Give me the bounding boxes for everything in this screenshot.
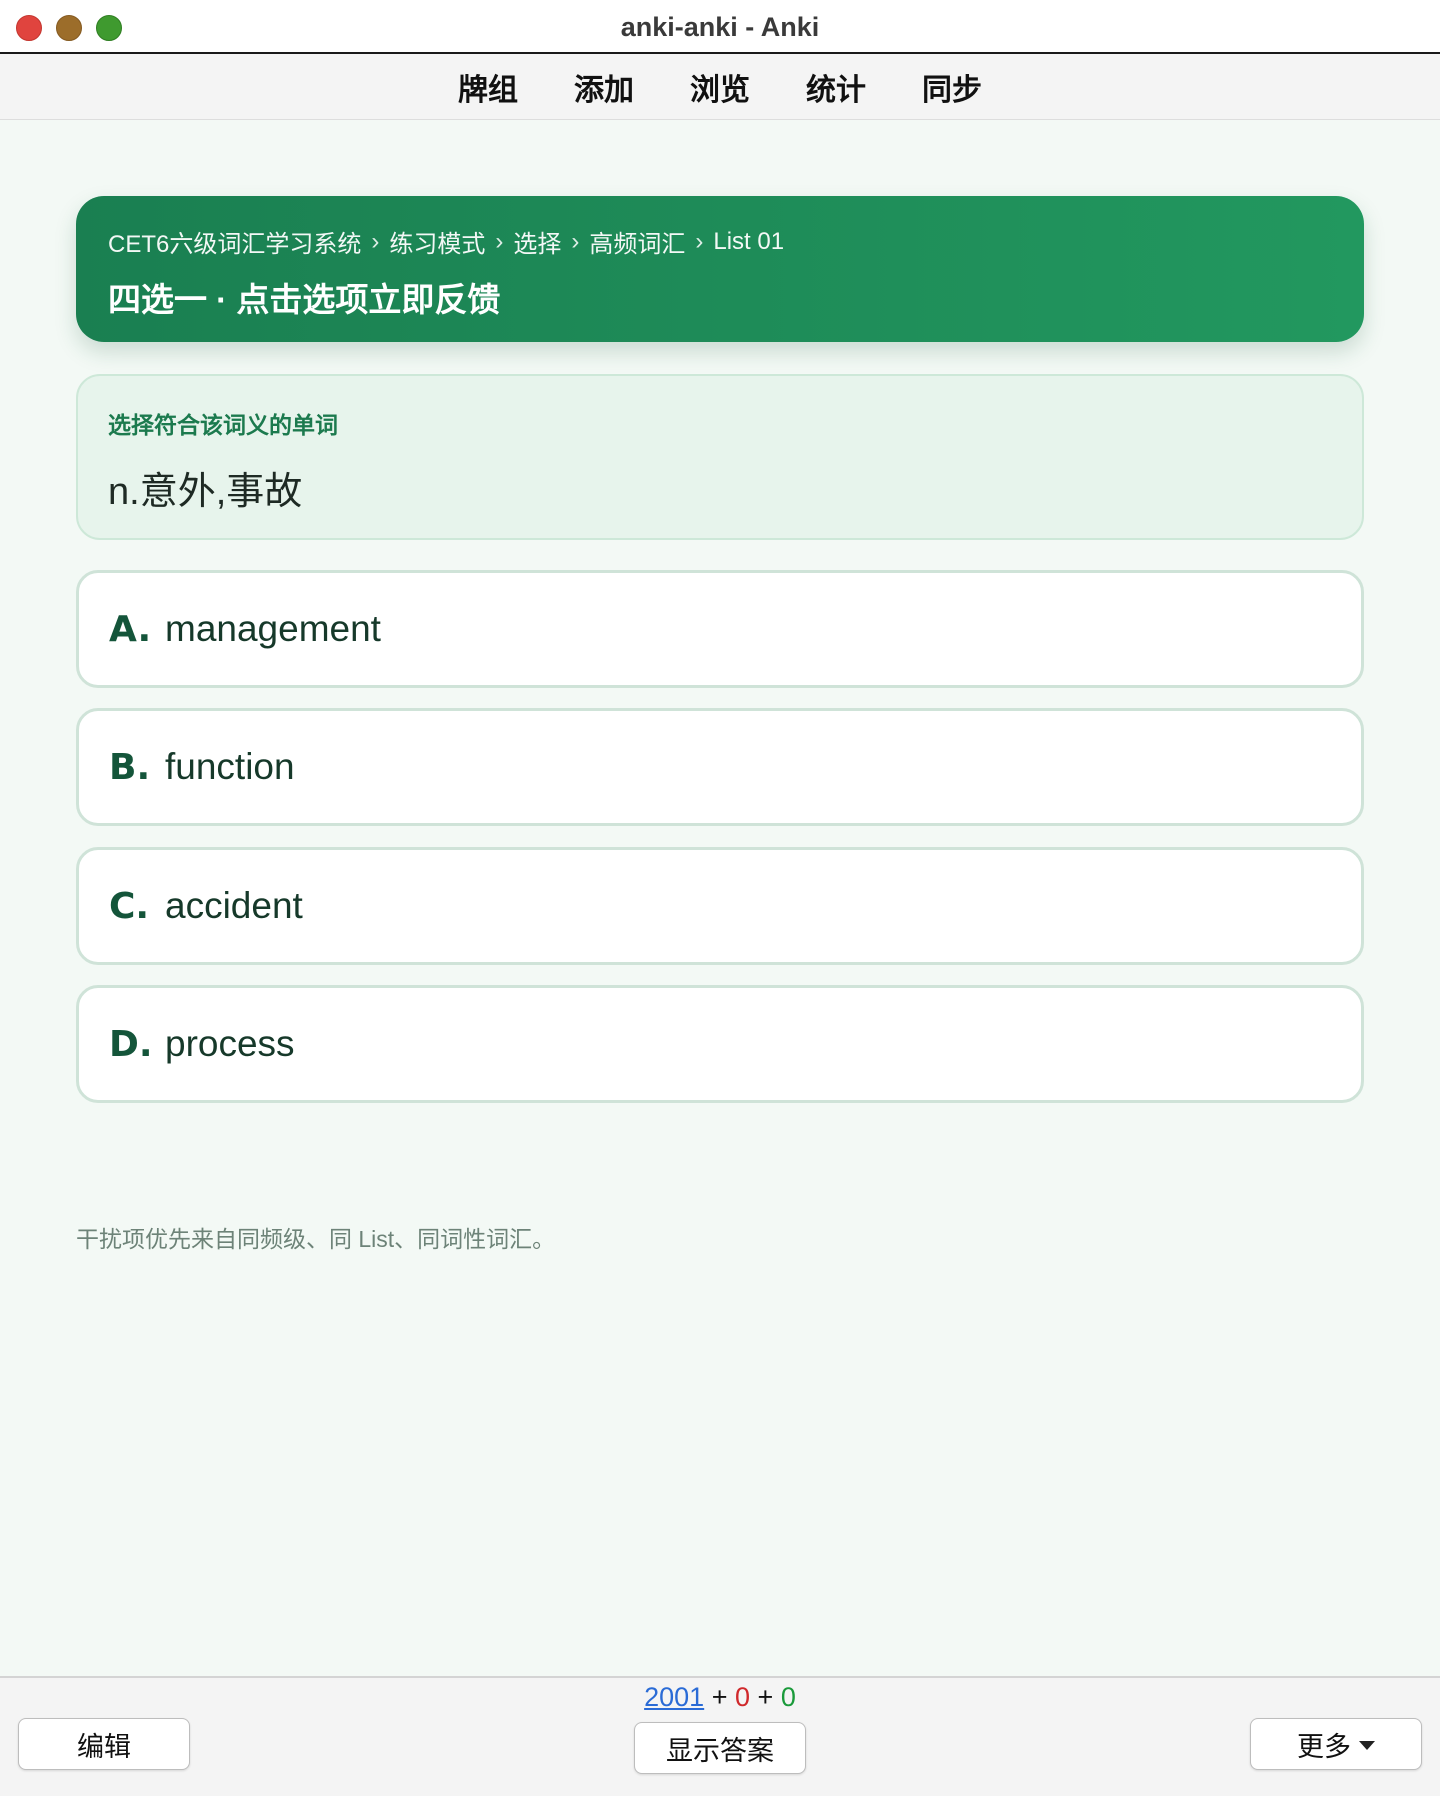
new-count[interactable]: 2001 [644,1682,704,1712]
option-d[interactable]: D. process [76,985,1364,1103]
review-count: 0 [780,1682,796,1712]
breadcrumb-item: 高频词汇 [589,231,686,258]
option-a[interactable]: A. management [76,570,1364,688]
option-b[interactable]: B. function [76,708,1364,826]
review-bottom-bar: 2001 + 0 + 0 编辑 显示答案 更多 [0,1676,1440,1796]
option-letter: C. [109,885,150,927]
breadcrumb-item: 选择 [513,231,562,258]
nav-stats[interactable]: 统计 [806,65,866,109]
nav-decks[interactable]: 牌组 [458,65,518,109]
option-word: function [165,746,295,787]
breadcrumb-separator: › [571,227,580,255]
breadcrumb-item: List 01 [713,227,785,255]
more-label: 更多 [1297,1731,1351,1762]
card-header: CET6六级词汇学习系统 › 练习模式 › 选择 › 高频词汇 › List 0… [76,196,1364,342]
breadcrumb-separator: › [695,227,704,255]
option-letter: B. [109,746,151,788]
prompt-definition: n.意外,事故 [108,471,303,513]
edit-button[interactable]: 编辑 [18,1718,190,1770]
card-mode-title: 四选一 · 点击选项立即反馈 [108,281,501,318]
count-separator: + [711,1682,728,1712]
top-navigation: 牌组 添加 浏览 统计 同步 [0,54,1440,120]
chevron-down-icon [1359,1741,1375,1750]
option-c[interactable]: C. accident [76,847,1364,965]
nav-sync[interactable]: 同步 [922,65,982,109]
option-word: accident [165,885,303,926]
distractor-note: 干扰项优先来自同频级、同 List、同词性词汇。 [76,1226,556,1252]
option-letter: D. [109,1023,153,1065]
more-button[interactable]: 更多 [1250,1718,1422,1770]
breadcrumb-item: 练习模式 [389,231,486,258]
breadcrumb: CET6六级词汇学习系统 › 练习模式 › 选择 › 高频词汇 › List 0… [108,224,1332,259]
prompt-label: 选择符合该词义的单词 [108,412,338,438]
option-word: process [165,1023,295,1064]
breadcrumb-separator: › [371,227,380,255]
question-prompt: 选择符合该词义的单词 n.意外,事故 [76,374,1364,540]
breadcrumb-item: CET6六级词汇学习系统 [108,231,362,258]
option-letter: A. [109,608,152,650]
nav-add[interactable]: 添加 [574,65,634,109]
due-counts: 2001 + 0 + 0 [0,1682,1440,1713]
option-word: management [165,608,381,649]
count-separator: + [757,1682,774,1712]
breadcrumb-separator: › [495,227,504,255]
window-titlebar: anki-anki - Anki [0,0,1440,54]
nav-browse[interactable]: 浏览 [690,65,750,109]
learn-count: 0 [735,1682,751,1712]
show-answer-button[interactable]: 显示答案 [634,1722,806,1774]
window-title: anki-anki - Anki [620,12,820,42]
